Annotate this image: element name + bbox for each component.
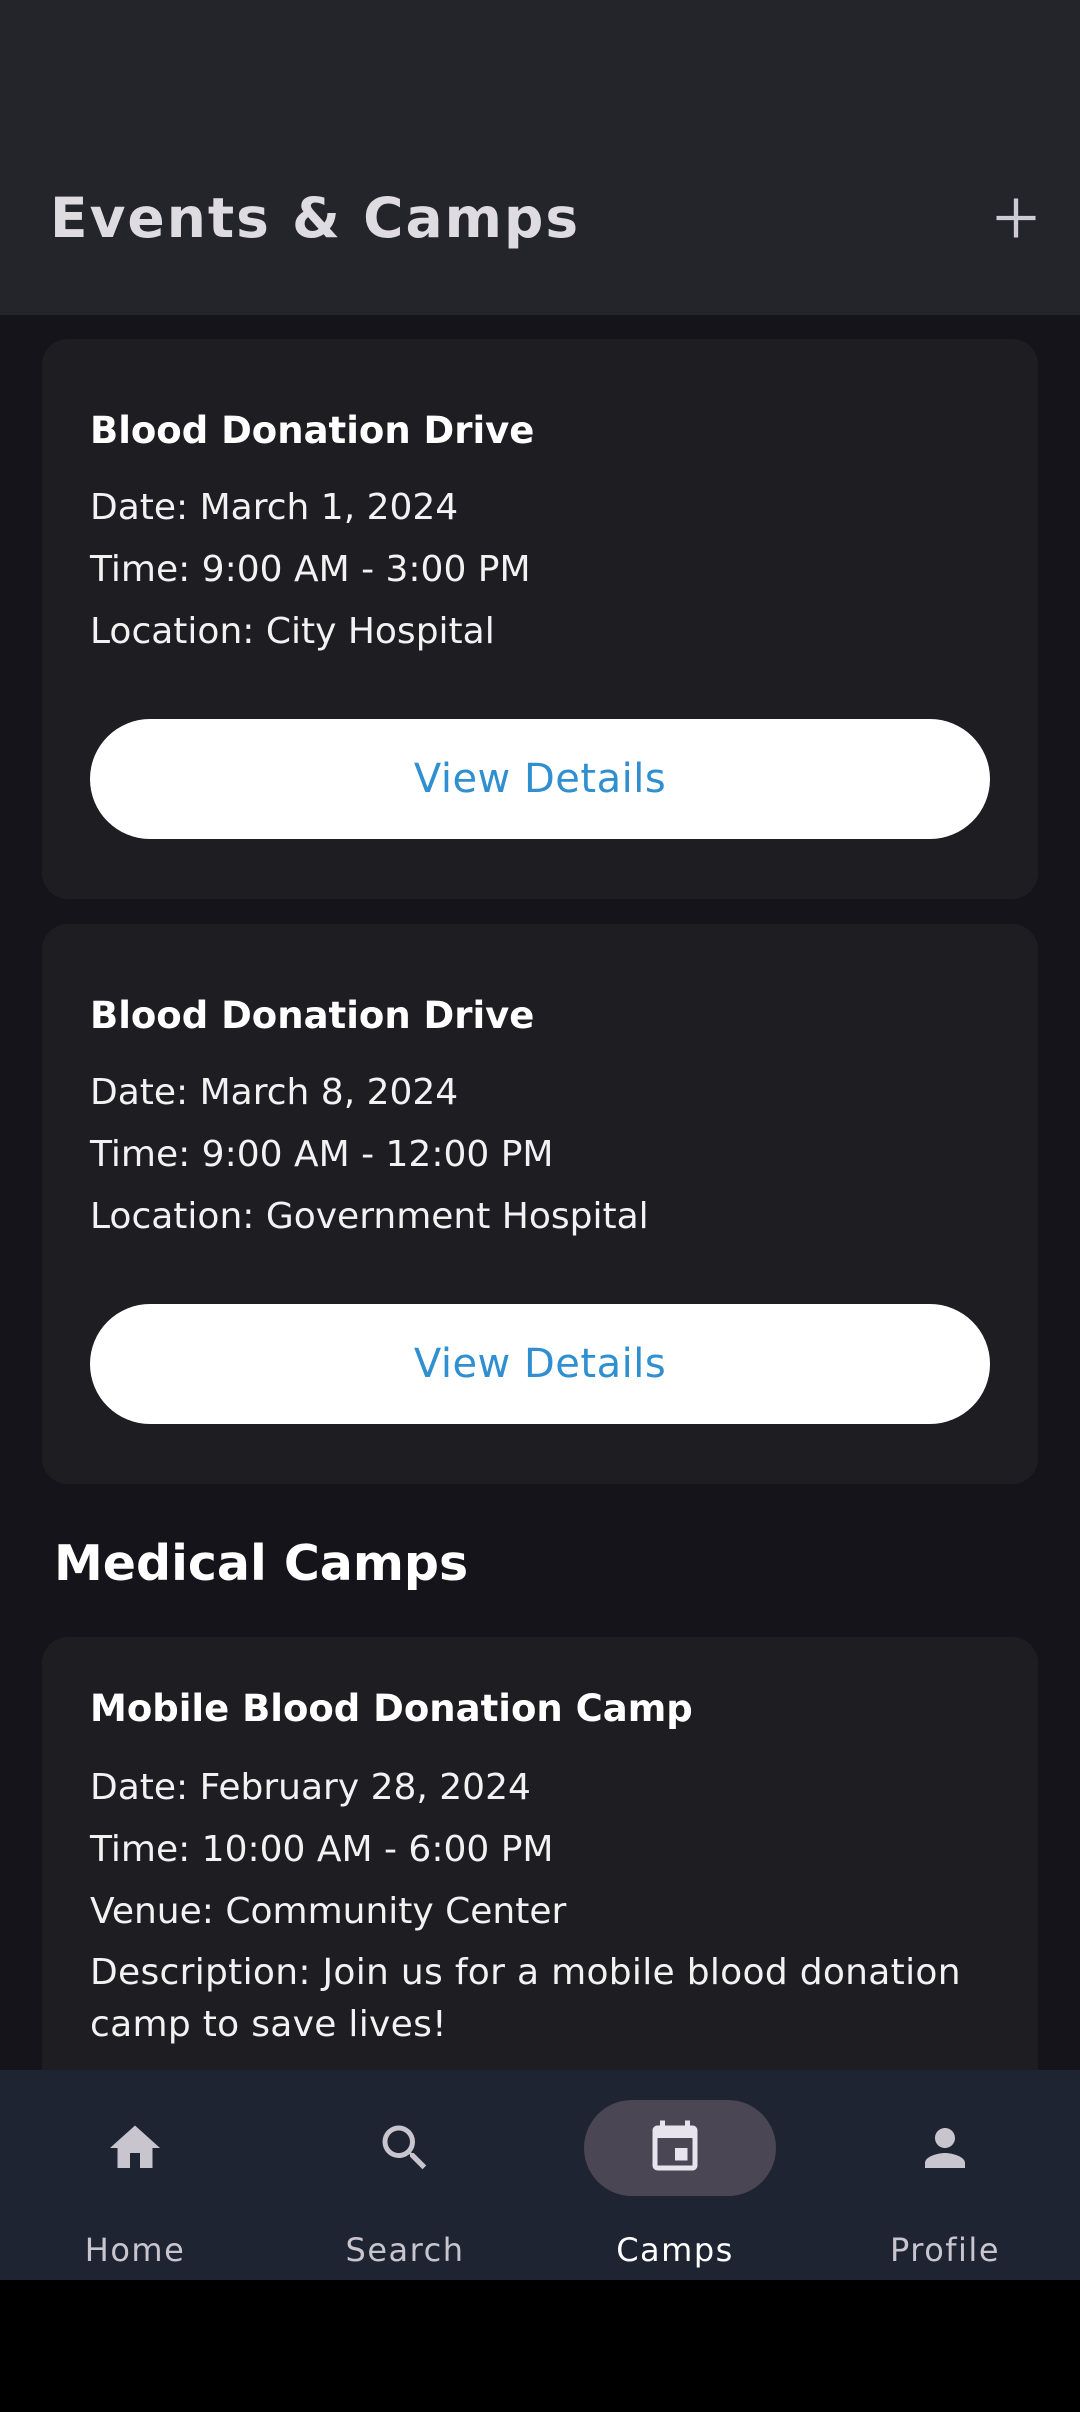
add-event-button[interactable] bbox=[980, 178, 1052, 258]
page-title: Events & Camps bbox=[50, 186, 581, 250]
event-date: Date: March 8, 2024 bbox=[90, 1072, 459, 1113]
event-time: Time: 9:00 AM - 12:00 PM bbox=[90, 1134, 554, 1175]
app-header: Events & Camps bbox=[0, 0, 1080, 315]
event-date: Date: March 1, 2024 bbox=[90, 487, 459, 528]
nav-label-search: Search bbox=[345, 2231, 465, 2269]
event-location: Location: Government Hospital bbox=[90, 1196, 649, 1237]
plus-icon bbox=[996, 198, 1036, 238]
event-title: Blood Donation Drive bbox=[90, 409, 535, 452]
camp-description: Description: Join us for a mobile blood … bbox=[90, 1952, 961, 2045]
nav-item-profile[interactable]: Profile bbox=[810, 2070, 1080, 2280]
app-screen: Events & Camps Blood Donation Drive Date… bbox=[0, 0, 1080, 2280]
bottom-navigation: Home Search Camps Profile bbox=[0, 2070, 1080, 2280]
nav-label-camps: Camps bbox=[616, 2231, 734, 2269]
person-icon bbox=[925, 2128, 965, 2168]
nav-label-home: Home bbox=[84, 2231, 186, 2269]
camp-venue: Venue: Community Center bbox=[90, 1891, 567, 1932]
event-card: Blood Donation Drive Date: March 1, 2024… bbox=[42, 339, 1038, 899]
section-heading-medical-camps: Medical Camps bbox=[54, 1535, 469, 1592]
view-details-button[interactable]: View Details bbox=[90, 1304, 990, 1424]
nav-item-search[interactable]: Search bbox=[270, 2070, 540, 2280]
event-location: Location: City Hospital bbox=[90, 611, 495, 652]
camp-title: Mobile Blood Donation Camp bbox=[90, 1687, 693, 1730]
event-card: Blood Donation Drive Date: March 8, 2024… bbox=[42, 924, 1038, 1484]
event-time: Time: 9:00 AM - 3:00 PM bbox=[90, 549, 531, 590]
home-icon bbox=[110, 2125, 160, 2168]
nav-item-home[interactable]: Home bbox=[0, 2070, 270, 2280]
camp-date: Date: February 28, 2024 bbox=[90, 1767, 531, 1808]
nav-label-profile: Profile bbox=[890, 2231, 1000, 2269]
nav-item-camps[interactable]: Camps bbox=[540, 2070, 810, 2280]
view-details-button[interactable]: View Details bbox=[90, 719, 990, 839]
search-icon bbox=[382, 2125, 427, 2170]
event-title: Blood Donation Drive bbox=[90, 994, 535, 1037]
events-list[interactable]: Blood Donation Drive Date: March 1, 2024… bbox=[0, 315, 1080, 2070]
camp-card: Mobile Blood Donation Camp Date: Februar… bbox=[42, 1637, 1038, 2070]
calendar-icon bbox=[652, 2120, 698, 2171]
camp-time: Time: 10:00 AM - 6:00 PM bbox=[90, 1829, 554, 1870]
